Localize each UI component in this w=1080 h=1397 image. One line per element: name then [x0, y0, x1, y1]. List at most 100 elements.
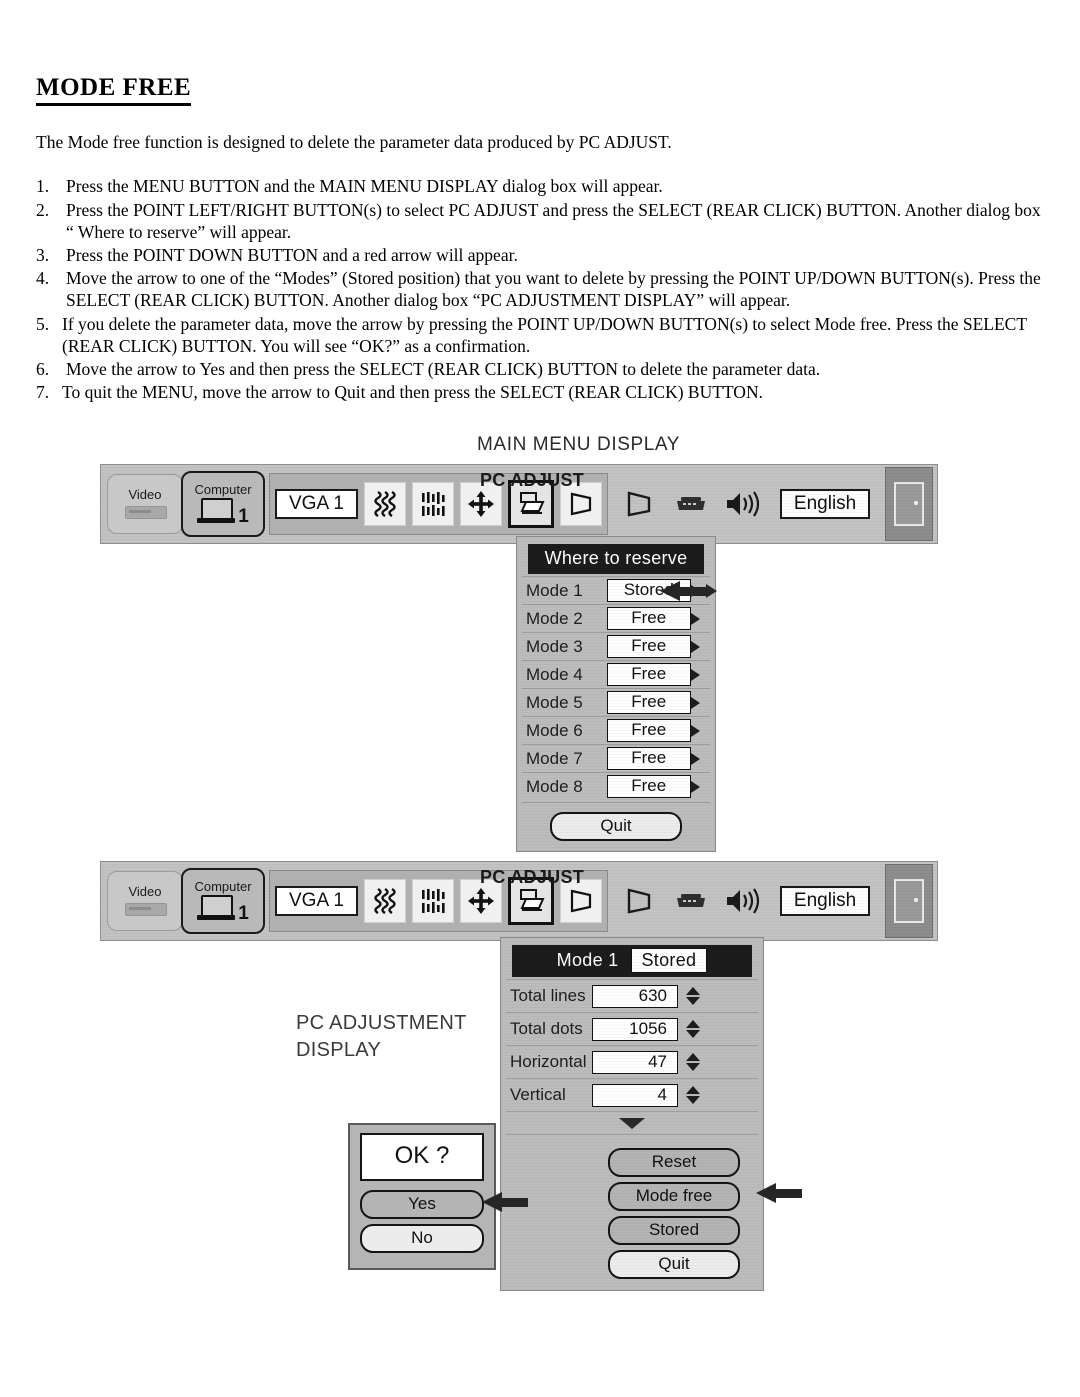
figure-label-line1: PC ADJUSTMENT — [296, 1012, 467, 1034]
total-dots-icon[interactable] — [411, 482, 454, 526]
source-value-field[interactable]: VGA 1 — [275, 488, 358, 520]
parameter-value[interactable]: 630 — [592, 984, 678, 1008]
instruction-list: 1. Press the MENU BUTTON and the MAIN ME… — [36, 175, 1046, 403]
exit-button[interactable] — [885, 467, 933, 541]
source-tab-computer-number: 1 — [238, 505, 249, 527]
mode-value[interactable]: Free — [606, 691, 691, 714]
dialog-mode-label: Mode 1 — [556, 950, 619, 970]
mode-label: Mode 6 — [526, 720, 583, 740]
list-item-number: 5. — [36, 313, 50, 334]
dialog-title: Where to reserve — [528, 544, 704, 574]
mode-label: Mode 4 — [526, 664, 583, 684]
door-exit-icon — [894, 879, 924, 923]
door-exit-icon — [894, 482, 924, 526]
laptop-icon — [197, 894, 236, 923]
mode-value[interactable]: Free — [606, 775, 691, 798]
remote-control-icon[interactable] — [670, 483, 712, 525]
total-dots-icon[interactable] — [411, 879, 454, 923]
chevron-right-icon — [691, 752, 700, 765]
list-item: 3. Press the POINT DOWN BUTTON and a red… — [36, 244, 1046, 266]
exit-button[interactable] — [885, 864, 933, 938]
quit-button[interactable]: Quit — [550, 812, 682, 841]
keystone-icon[interactable] — [618, 483, 660, 525]
chevron-right-icon — [691, 640, 700, 653]
mode-row[interactable]: Mode 2 Free — [522, 604, 710, 632]
mode-label: Mode 8 — [526, 776, 583, 796]
fine-sync-icon[interactable] — [363, 482, 406, 526]
mode-row[interactable]: Mode 5 Free — [522, 688, 710, 716]
scroll-down-row[interactable] — [506, 1111, 758, 1134]
figure-caption-main-menu: MAIN MENU DISPLAY — [477, 434, 681, 455]
source-tab-computer[interactable]: Computer 1 — [181, 471, 265, 537]
stored-button[interactable]: Stored — [608, 1216, 740, 1245]
stepper-icon[interactable] — [686, 1020, 700, 1038]
mode-value[interactable]: Free — [606, 747, 691, 770]
language-value-field[interactable]: English — [779, 885, 871, 917]
parameter-row[interactable]: Horizontal 47 — [506, 1045, 758, 1078]
stepper-icon[interactable] — [686, 1053, 700, 1071]
mode-value[interactable]: Free — [606, 663, 691, 686]
stepper-icon[interactable] — [686, 987, 700, 1005]
reset-button[interactable]: Reset — [608, 1148, 740, 1177]
parameter-value[interactable]: 1056 — [592, 1017, 678, 1041]
language-value-field[interactable]: English — [779, 488, 871, 520]
source-tab-video-label: Video — [128, 884, 162, 899]
list-item-text: Press the POINT LEFT/RIGHT BUTTON(s) to … — [66, 199, 1041, 242]
mode-row[interactable]: Mode 8 Free — [522, 772, 710, 800]
keystone-icon[interactable] — [618, 880, 660, 922]
chevron-right-icon — [691, 668, 700, 681]
mode-label: Mode 3 — [526, 636, 583, 656]
mode-free-button[interactable]: Mode free — [608, 1182, 740, 1211]
list-item: 6. Move the arrow to Yes and then press … — [36, 358, 1046, 380]
list-item-number: 7. — [36, 382, 50, 403]
parameter-row[interactable]: Total dots 1056 — [506, 1012, 758, 1045]
vcr-icon — [125, 900, 167, 917]
mode-row[interactable]: Mode 1 Stored — [522, 576, 717, 604]
list-item-text: Move the arrow to Yes and then press the… — [66, 359, 821, 380]
quit-button[interactable]: Quit — [608, 1250, 740, 1279]
parameter-label: Vertical — [510, 1085, 566, 1104]
mode-row[interactable]: Mode 3 Free — [522, 632, 710, 660]
dialog-title-bar: Mode 1 Stored — [512, 945, 752, 977]
mode-value[interactable]: Free — [606, 635, 691, 658]
parameter-label: Horizontal — [510, 1052, 587, 1071]
volume-icon[interactable] — [722, 483, 764, 525]
mode-value[interactable]: Free — [606, 607, 691, 630]
menubar-title: PC ADJUST — [480, 867, 585, 887]
list-item-number: 4. — [36, 268, 50, 289]
list-item: 1. Press the MENU BUTTON and the MAIN ME… — [36, 175, 1046, 197]
list-item-number: 3. — [36, 245, 50, 266]
figure-label-line2: DISPLAY — [296, 1039, 382, 1061]
mode-row[interactable]: Mode 6 Free — [522, 716, 710, 744]
parameter-row[interactable]: Vertical 4 — [506, 1078, 758, 1111]
fine-sync-icon[interactable] — [363, 879, 406, 923]
where-to-reserve-dialog: Where to reserve Mode 1 Stored Mode 2 Fr… — [516, 536, 717, 852]
parameter-value[interactable]: 4 — [592, 1083, 678, 1107]
chevron-right-icon — [691, 696, 700, 709]
remote-control-icon[interactable] — [670, 880, 712, 922]
parameter-value[interactable]: 47 — [592, 1050, 678, 1074]
laptop-icon — [197, 497, 236, 526]
list-item: 5. If you delete the parameter data, mov… — [36, 313, 1046, 357]
mode-row[interactable]: Mode 7 Free — [522, 744, 710, 772]
figure-main-menu-display: MAIN MENU DISPLAY PC ADJUST Video Comput… — [0, 428, 1080, 852]
menubar-title: PC ADJUST — [480, 470, 585, 490]
list-item-text: Press the MENU BUTTON and the MAIN MENU … — [66, 176, 663, 197]
parameter-row[interactable]: Total lines 630 — [506, 979, 758, 1012]
yes-button[interactable]: Yes — [360, 1190, 484, 1219]
list-item-text: Press the POINT DOWN BUTTON and a red ar… — [66, 245, 518, 266]
mode-value[interactable]: Free — [606, 719, 691, 742]
list-item-number: 1. — [36, 176, 50, 197]
no-button[interactable]: No — [360, 1224, 484, 1253]
source-tab-computer[interactable]: Computer 1 — [181, 868, 265, 934]
volume-icon[interactable] — [722, 880, 764, 922]
list-item: 7. To quit the MENU, move the arrow to Q… — [36, 381, 1046, 403]
mode-row[interactable]: Mode 4 Free — [522, 660, 710, 688]
pc-adjustment-dialog: Mode 1 Stored Total lines 630 Total dots… — [500, 937, 802, 1291]
chevron-right-icon — [691, 724, 700, 737]
source-value-field[interactable]: VGA 1 — [275, 885, 358, 917]
source-tab-video[interactable]: Video — [107, 474, 183, 534]
stepper-icon[interactable] — [686, 1086, 700, 1104]
source-tab-video[interactable]: Video — [107, 871, 183, 931]
list-item-number: 6. — [36, 359, 50, 380]
